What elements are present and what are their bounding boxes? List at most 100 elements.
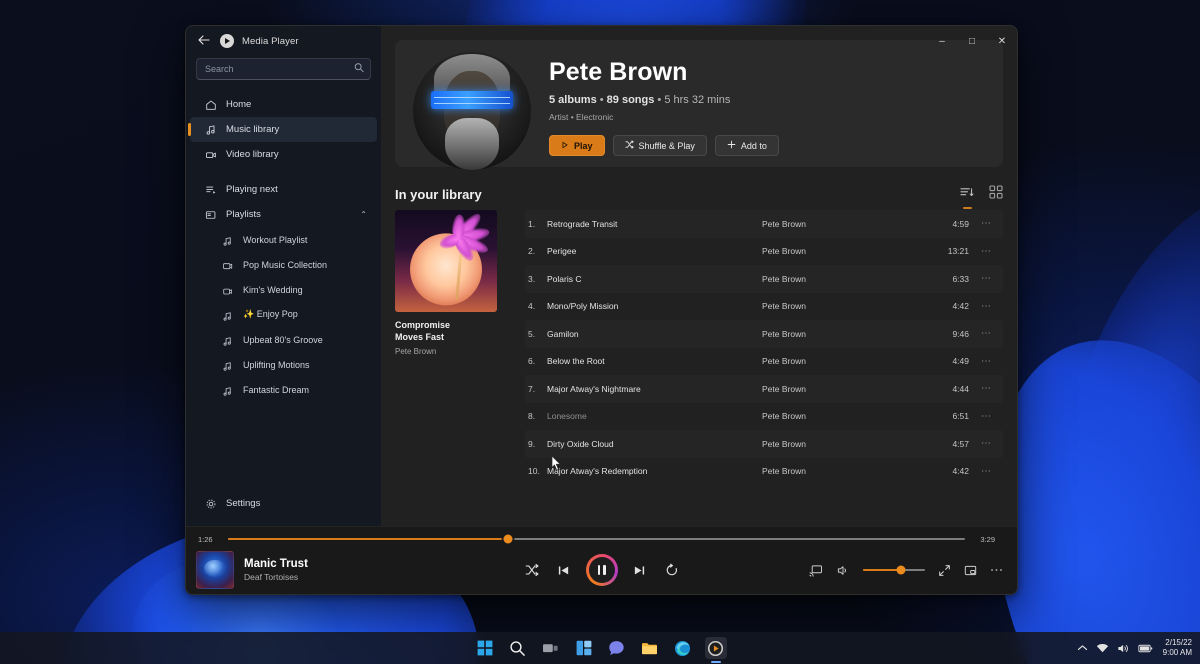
previous-track-button[interactable] [556,562,572,578]
playlist-item[interactable]: Pop Music Collection [190,252,377,277]
playlist-item-label: Kim's Wedding [243,284,303,295]
track-row[interactable]: 5. Gamilon Pete Brown 9:46 ⋯ [525,320,1003,348]
volume-thumb[interactable] [896,565,906,575]
task-view-button[interactable] [540,637,562,659]
more-options-button[interactable] [990,567,1003,573]
sort-list-icon [960,187,974,196]
track-title: Lonesome [547,411,587,422]
file-explorer-button[interactable] [639,637,661,659]
play-button[interactable]: Play [549,135,605,156]
wifi-icon[interactable] [1096,643,1109,654]
track-row[interactable]: 10. Major Atway's Redemption Pete Brown 4:4… [525,458,1003,486]
sidebar-item-playing-next[interactable]: Playing next [190,177,377,202]
seek-row: 1:26 3:29 [186,527,1017,545]
sidebar-item-playlists[interactable]: Playlists ⌃ [190,202,377,227]
pause-icon [588,557,615,583]
track-more-button[interactable]: ⋯ [969,466,1003,477]
close-button[interactable]: ✕ [987,26,1017,56]
chevron-up-icon[interactable] [1077,644,1088,652]
start-button[interactable] [474,637,496,659]
track-more-button[interactable]: ⋯ [969,328,1003,339]
sidebar-item-video-library[interactable]: Video library [190,142,377,167]
track-row[interactable]: 9. Dirty Oxide Cloud Pete Brown 4:57 ⋯ [525,430,1003,458]
volume-button[interactable] [836,564,850,577]
search-taskbar-button[interactable] [507,637,529,659]
clock[interactable]: 2/15/22 9:00 AM [1163,638,1192,658]
back-arrow-icon[interactable] [196,35,212,47]
track-more-button[interactable]: ⋯ [969,356,1003,367]
track-artist: Pete Brown [762,301,806,312]
chat-icon [609,640,624,655]
track-row[interactable]: 3. Polaris C Pete Brown 6:33 ⋯ [525,265,1003,293]
gear-icon [204,497,217,510]
playlist-item[interactable]: Workout Playlist [190,227,377,252]
media-player-taskbar-button[interactable] [704,637,727,659]
grid-view-toggle[interactable] [989,185,1003,204]
track-more-button[interactable]: ⋯ [969,301,1003,312]
playlist-item[interactable]: Fantastic Dream [190,377,377,402]
track-row[interactable]: 8. Lonesome Pete Brown 6:51 ⋯ [525,403,1003,431]
edge-button[interactable] [672,637,694,659]
playlist-item[interactable]: ✨ Enjoy Pop [190,302,377,327]
track-row[interactable]: 6. Below the Root Pete Brown 4:49 ⋯ [525,348,1003,376]
track-more-button[interactable]: ⋯ [969,383,1003,394]
maximize-button[interactable]: □ [957,26,987,56]
fullscreen-button[interactable] [938,564,951,577]
seek-slider[interactable] [228,534,965,544]
add-to-button[interactable]: Add to [714,135,779,156]
playlist-item[interactable]: Uplifting Motions [190,352,377,377]
track-more-button[interactable]: ⋯ [969,218,1003,229]
track-more-button[interactable]: ⋯ [969,273,1003,284]
list-view-toggle[interactable] [960,186,975,209]
total-time: 3:29 [980,534,995,544]
chevron-up-icon[interactable]: ⌃ [360,210,367,219]
speaker-icon[interactable] [1117,643,1130,654]
playlist-item[interactable]: Upbeat 80's Groove [190,327,377,352]
track-row[interactable]: 4. Mono/Poly Mission Pete Brown 4:42 ⋯ [525,293,1003,321]
shuffle-icon [525,563,539,577]
track-row[interactable]: 2. Perigee Pete Brown 13:21 ⋯ [525,238,1003,266]
battery-icon[interactable] [1138,644,1153,653]
search-box[interactable] [196,58,371,80]
repeat-icon [666,563,677,576]
chat-button[interactable] [606,637,628,659]
track-more-button[interactable]: ⋯ [969,411,1003,422]
pop-playlist-icon [222,259,234,271]
window-body: Media Player Search Home Music library V… [186,26,1017,526]
next-track-button[interactable] [632,562,648,578]
mini-player-button[interactable] [964,564,977,577]
sidebar-item-settings[interactable]: Settings [190,491,377,516]
playlist-item[interactable]: Kim's Wedding [190,277,377,302]
play-triangle-icon [561,141,569,151]
track-more-button[interactable]: ⋯ [969,246,1003,257]
cast-icon [809,564,822,577]
track-duration: 4:42 [952,466,969,477]
sidebar-item-home[interactable]: Home [190,92,377,117]
sidebar-item-music-library[interactable]: Music library [188,117,377,142]
widgets-button[interactable] [573,637,595,659]
repeat-button[interactable] [664,562,680,578]
search-input[interactable] [205,64,348,74]
sidebar-item-label: Playing next [226,184,278,195]
album-card[interactable]: Compromise Moves Fast Pete Brown [395,210,497,485]
playlist-item-label: Upbeat 80's Groove [243,334,323,345]
stat-songs: 89 songs [606,94,655,106]
artist-meta: Artist • Electronic [549,112,614,122]
track-more-button[interactable]: ⋯ [969,438,1003,449]
player-bar: 1:26 3:29 Manic Trust Deaf Tortoises [186,526,1017,594]
volume-slider[interactable] [863,565,925,575]
play-pause-button[interactable] [585,554,618,586]
track-artist: Pete Brown [762,273,806,284]
track-title: Retrograde Transit [547,218,618,229]
expand-arrows-icon [939,564,950,576]
shuffle-button[interactable] [524,562,540,578]
cast-to-device-button[interactable] [809,564,823,577]
track-row[interactable]: 1. Retrograde Transit Pete Brown 4:59 ⋯ [525,210,1003,238]
shuffle-play-button[interactable]: Shuffle & Play [612,135,707,156]
minimize-button[interactable]: – [927,26,957,56]
track-duration: 6:51 [952,411,969,422]
next-track-icon [634,565,645,575]
seek-thumb[interactable] [503,534,513,544]
search-icon[interactable] [354,63,364,76]
track-row[interactable]: 7. Major Atway's Nightmare Pete Brown 4:44 ⋯ [525,375,1003,403]
